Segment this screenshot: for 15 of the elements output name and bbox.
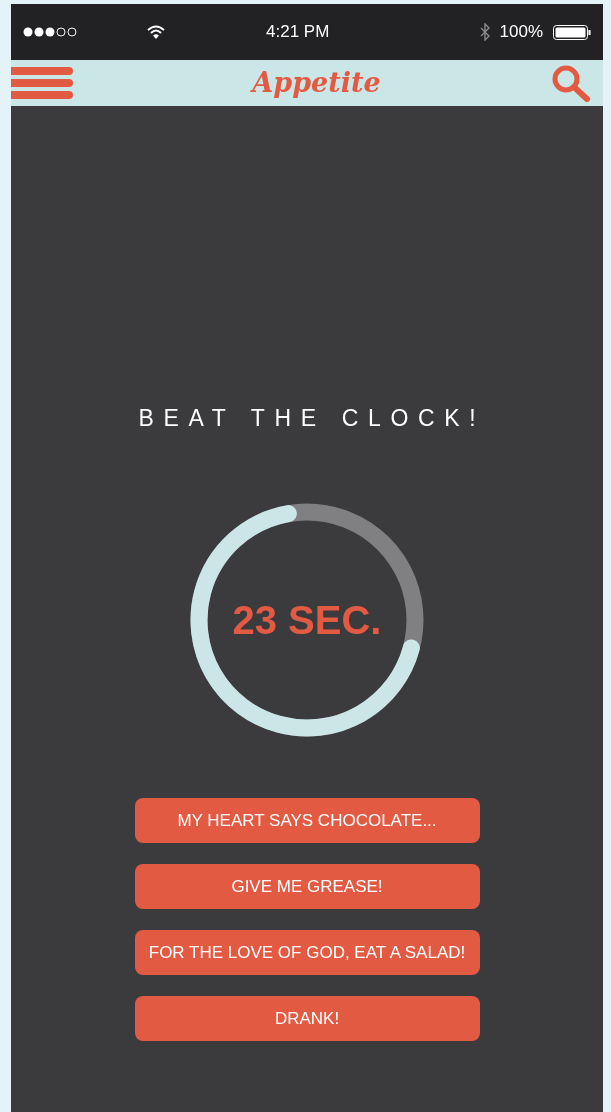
status-time: 4:21 PM <box>266 21 330 44</box>
app-logo: Appetite <box>252 65 381 100</box>
signal-icon <box>23 26 77 38</box>
heading: BEAT THE CLOCK! <box>137 404 486 433</box>
wifi-icon <box>147 25 165 39</box>
choice-button[interactable]: FOR THE LOVE OF GOD, EAT A SALAD! <box>134 930 480 975</box>
search-icon[interactable] <box>551 64 591 102</box>
battery-icon <box>553 24 591 40</box>
timer-reading: 23 SEC. <box>232 597 382 644</box>
battery-percent: 100% <box>499 21 543 44</box>
choice-button[interactable]: GIVE ME GREASE! <box>134 864 480 909</box>
menu-icon[interactable] <box>11 66 74 100</box>
choice-button[interactable]: DRANK! <box>134 996 480 1041</box>
bluetooth-icon <box>479 23 490 41</box>
choice-button[interactable]: MY HEART SAYS CHOCOLATE... <box>134 798 480 843</box>
